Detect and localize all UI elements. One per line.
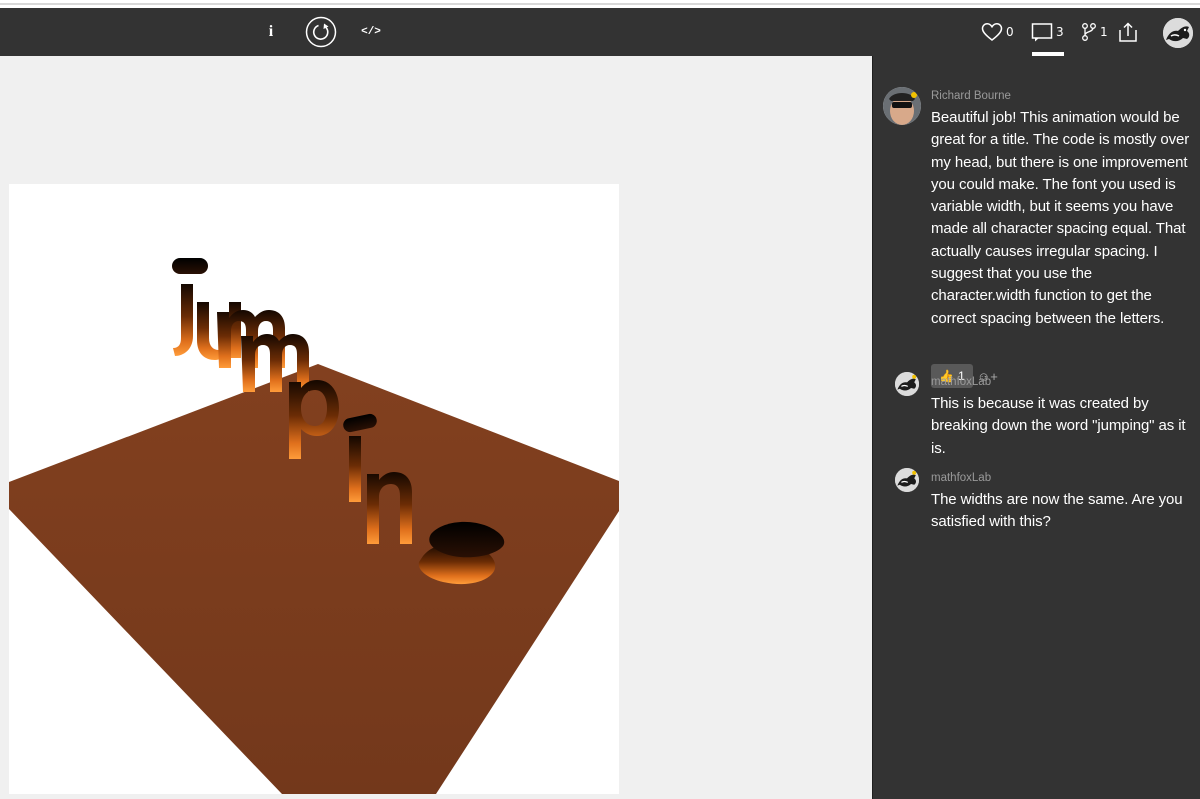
- fork-icon: [1082, 23, 1096, 41]
- commenter-avatar[interactable]: [895, 372, 919, 396]
- info-button[interactable]: i: [262, 20, 280, 44]
- window-top-strip: [0, 0, 1200, 8]
- letter-i: [349, 436, 361, 502]
- j-dot: [172, 258, 208, 274]
- fork-count: 1: [1100, 25, 1108, 39]
- comment-author[interactable]: mathfoxLab: [931, 376, 991, 388]
- commenter-avatar[interactable]: [895, 468, 919, 492]
- heart-icon: [981, 23, 1003, 41]
- comment-text: The widths are now the same. Are you sat…: [931, 491, 1183, 531]
- fox-avatar-image: [895, 468, 919, 492]
- person-avatar-image: [883, 87, 921, 125]
- toolbar: i </> 0 3 1: [0, 8, 1200, 56]
- commenter-avatar[interactable]: [883, 87, 921, 125]
- share-icon: [1119, 22, 1137, 42]
- comment-author[interactable]: Richard Bourne: [931, 90, 1011, 102]
- comments-panel: Richard Bourne Beautiful job! This anima…: [872, 56, 1200, 799]
- restart-icon: [305, 16, 337, 48]
- share-button[interactable]: [1117, 20, 1139, 44]
- comment-icon: [1031, 23, 1053, 42]
- fork-button[interactable]: 1: [1081, 20, 1108, 44]
- restart-button[interactable]: [305, 16, 337, 48]
- animation-canvas[interactable]: [9, 184, 619, 794]
- comment-text: Beautiful job! This animation would be g…: [931, 109, 1190, 327]
- code-icon: </>: [361, 26, 381, 38]
- comment-author[interactable]: mathfoxLab: [931, 472, 991, 484]
- top-divider: [0, 3, 1200, 5]
- letter-j: [173, 284, 193, 356]
- fox-avatar-image: [895, 372, 919, 396]
- like-count: 0: [1006, 25, 1014, 39]
- like-button[interactable]: 0: [981, 20, 1014, 44]
- info-icon: i: [268, 23, 274, 40]
- comment-text: This is because it was created by breaki…: [931, 395, 1186, 457]
- comment-count: 3: [1056, 25, 1064, 39]
- comments-button[interactable]: 3: [1031, 20, 1064, 44]
- user-avatar[interactable]: [1163, 18, 1193, 48]
- 3d-scene: [9, 258, 619, 794]
- code-button[interactable]: </>: [358, 20, 384, 44]
- fox-avatar-image: [1163, 18, 1193, 48]
